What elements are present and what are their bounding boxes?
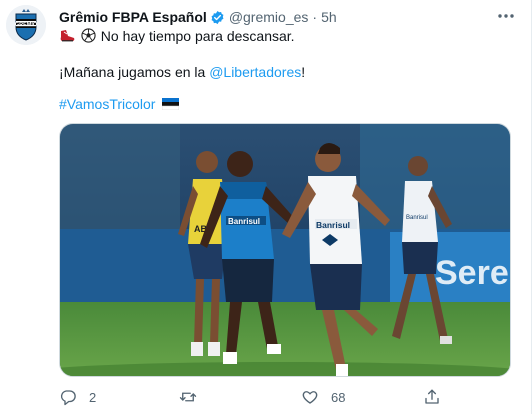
reply-icon (60, 390, 76, 406)
tweet-time[interactable]: 5h (321, 9, 337, 25)
like-icon (302, 391, 318, 404)
reply-count: 2 (89, 389, 97, 405)
verified-badge-icon (211, 10, 224, 24)
avatar-text: GRÊMIO (15, 20, 38, 28)
tweet-actions: 2 68 (59, 386, 479, 408)
author-handle[interactable]: @gremio_es (229, 9, 309, 25)
estonia-flag-emoji (162, 98, 180, 110)
tweet-text-2-prefix: ¡Mañana jugamos en la (59, 64, 210, 80)
separator-dot: · (312, 9, 318, 25)
retweet-button[interactable] (179, 386, 209, 408)
tweet-header: Grêmio FBPA Español @gremio_es · 5h (59, 8, 337, 26)
gremio-crest-icon: GRÊMIO (6, 5, 46, 45)
tweet-media-photo[interactable]: Sere AB Banrisul Banrisul Banrisul (59, 123, 511, 377)
reply-button[interactable]: 2 (59, 386, 96, 408)
share-button[interactable] (423, 386, 441, 408)
tweet-text-line-2: ¡Mañana jugamos en la @Libertadores! (59, 63, 305, 81)
like-count: 68 (331, 389, 346, 405)
ball-emoji (81, 28, 96, 43)
avatar[interactable]: GRÊMIO (6, 5, 46, 45)
author-name[interactable]: Grêmio FBPA Español (59, 9, 207, 25)
mention-libertadores[interactable]: @Libertadores (209, 64, 301, 80)
boot-emoji (60, 30, 75, 42)
share-icon (425, 389, 439, 404)
more-button[interactable] (494, 6, 518, 26)
media-text-3: Banrisul (406, 215, 428, 221)
hashtag-vamostricolor[interactable]: #VamosTricolor (59, 96, 155, 112)
tweet-hashtag-line: #VamosTricolor (59, 95, 180, 113)
tweet-text-1: No hay tiempo para descansar. (100, 28, 295, 44)
tweet-card[interactable]: GRÊMIO Grêmio FBPA Español @gremio_es · … (0, 0, 532, 414)
more-icon (498, 14, 514, 18)
media-text-1: Banrisul (228, 217, 260, 226)
tweet-text-line-1: No hay tiempo para descansar. (59, 27, 295, 45)
media-bg-text: Sere (435, 254, 509, 292)
media-text-2: Banrisul (316, 220, 350, 230)
training-photo: Sere AB Banrisul Banrisul Banrisul (60, 124, 510, 376)
tweet-text-2-suffix: ! (301, 64, 306, 80)
retweet-icon (179, 392, 197, 402)
like-button[interactable]: 68 (301, 386, 345, 408)
